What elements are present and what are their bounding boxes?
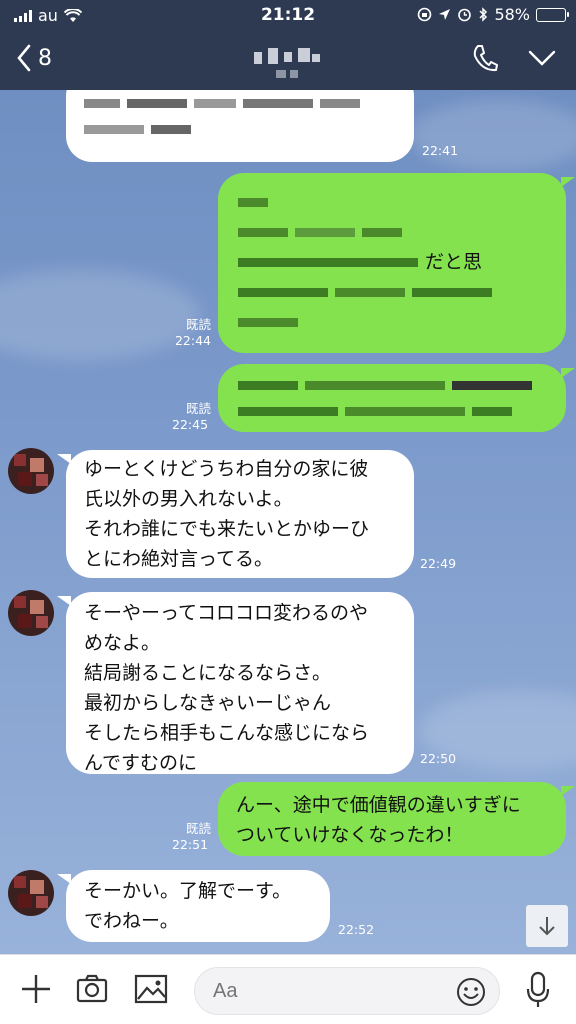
message-text: そーやーってコロコロ変わるのや めなよ。 結局謝ることになるならさ。 最初からし… [84,602,370,774]
timestamp: 22:45 [172,417,209,432]
alarm-icon [458,8,472,22]
bg-cloud [0,270,200,360]
back-chevron-icon [17,44,31,72]
bubble-tail [57,874,71,884]
bubble-tail [57,454,71,464]
bubble-tail [561,177,575,187]
message-bubble-outgoing[interactable] [218,364,575,432]
pixelated-text [238,372,546,398]
pixelated-text [238,398,546,424]
pixelated-text [84,116,396,142]
scroll-to-bottom-button[interactable] [526,905,568,947]
microphone-icon[interactable] [526,971,550,1009]
message-text: だと思 [425,251,483,273]
bluetooth-icon [479,7,488,22]
bubble-tail [561,368,575,378]
message-bubble-incoming[interactable] [66,90,414,162]
timestamp: 22:51 [172,837,209,852]
camera-icon[interactable] [76,973,108,1005]
scroll-down-arrow-icon [539,917,555,936]
message-bubble-incoming[interactable]: ゆーとくけどうちわ自分の家に彼 氏以外の男入れないよ。 それわ誰にでも来たいとか… [57,450,414,578]
header-actions [472,44,556,72]
pixelated-text [238,277,546,307]
timestamp: 22:41 [422,143,459,158]
message-bubble-incoming[interactable]: そーやーってコロコロ変わるのや めなよ。 結局謝ることになるならさ。 最初からし… [57,592,414,774]
message-bubble-incoming[interactable]: そーかい。了解でーす。 でわねー。 [57,870,330,942]
message-input-bar [0,954,576,1024]
contact-avatar[interactable] [8,870,54,916]
contact-avatar[interactable] [8,590,54,636]
message-bubble-outgoing[interactable]: だと思 [218,173,575,353]
bubble-tail [57,596,71,606]
status-right: 58% [417,5,569,24]
chat-area[interactable]: 22:41 だと思 既読 22:44 既読 22:45 ゆーとくけどうちわ自分の… [0,90,576,954]
timestamp: 22:50 [420,751,457,766]
message-meta: 22:49 [420,556,456,572]
top-bar: au 21:12 58% 8 [0,0,576,90]
pixelated-text [238,187,546,217]
pixelated-text [84,90,396,116]
timestamp: 22:49 [420,556,457,571]
chevron-down-icon[interactable] [528,50,556,66]
battery-icon [536,7,569,22]
message-meta: 既読 22:45 [172,401,211,433]
message-text: んー、途中で価値観の違いすぎに ついていけなくなったわ！ [236,794,521,846]
image-icon[interactable] [134,973,168,1005]
pixelated-text [238,217,546,247]
emoji-icon[interactable] [456,977,486,1007]
battery-percent: 58% [494,5,530,24]
timestamp: 22:52 [338,922,375,937]
status-bar: au 21:12 58% [0,0,576,32]
chat-header: 8 [0,32,576,90]
message-meta: 既読 22:44 [172,317,211,349]
read-receipt: 既読 [186,317,212,332]
message-bubble-outgoing[interactable]: んー、途中で価値観の違いすぎに ついていけなくなったわ！ [218,782,575,856]
message-meta: 22:41 [422,143,458,159]
chat-title-pixelated [250,40,326,82]
plus-icon[interactable] [20,973,52,1005]
timestamp: 22:44 [174,333,212,348]
location-icon [439,9,451,20]
unread-count: 8 [38,45,52,71]
message-text: そーかい。了解でーす。 でわねー。 [84,880,292,932]
back-button[interactable]: 8 [16,44,52,72]
message-meta: 22:52 [338,922,374,938]
message-meta: 既読 22:51 [172,821,211,853]
phone-icon[interactable] [472,44,498,72]
message-meta: 22:50 [420,751,456,767]
pixelated-text [238,307,546,337]
bg-cloud [410,100,576,170]
message-text: ゆーとくけどうちわ自分の家に彼 氏以外の男入れないよ。 それわ誰にでも来たいとか… [84,458,370,570]
read-receipt: 既読 [186,821,212,836]
contact-avatar[interactable] [8,448,54,494]
bubble-tail [561,786,575,796]
pixelated-text: だと思 [238,247,546,277]
orientation-lock-icon [418,7,432,22]
read-receipt: 既読 [186,401,212,416]
message-input[interactable] [194,967,500,1015]
